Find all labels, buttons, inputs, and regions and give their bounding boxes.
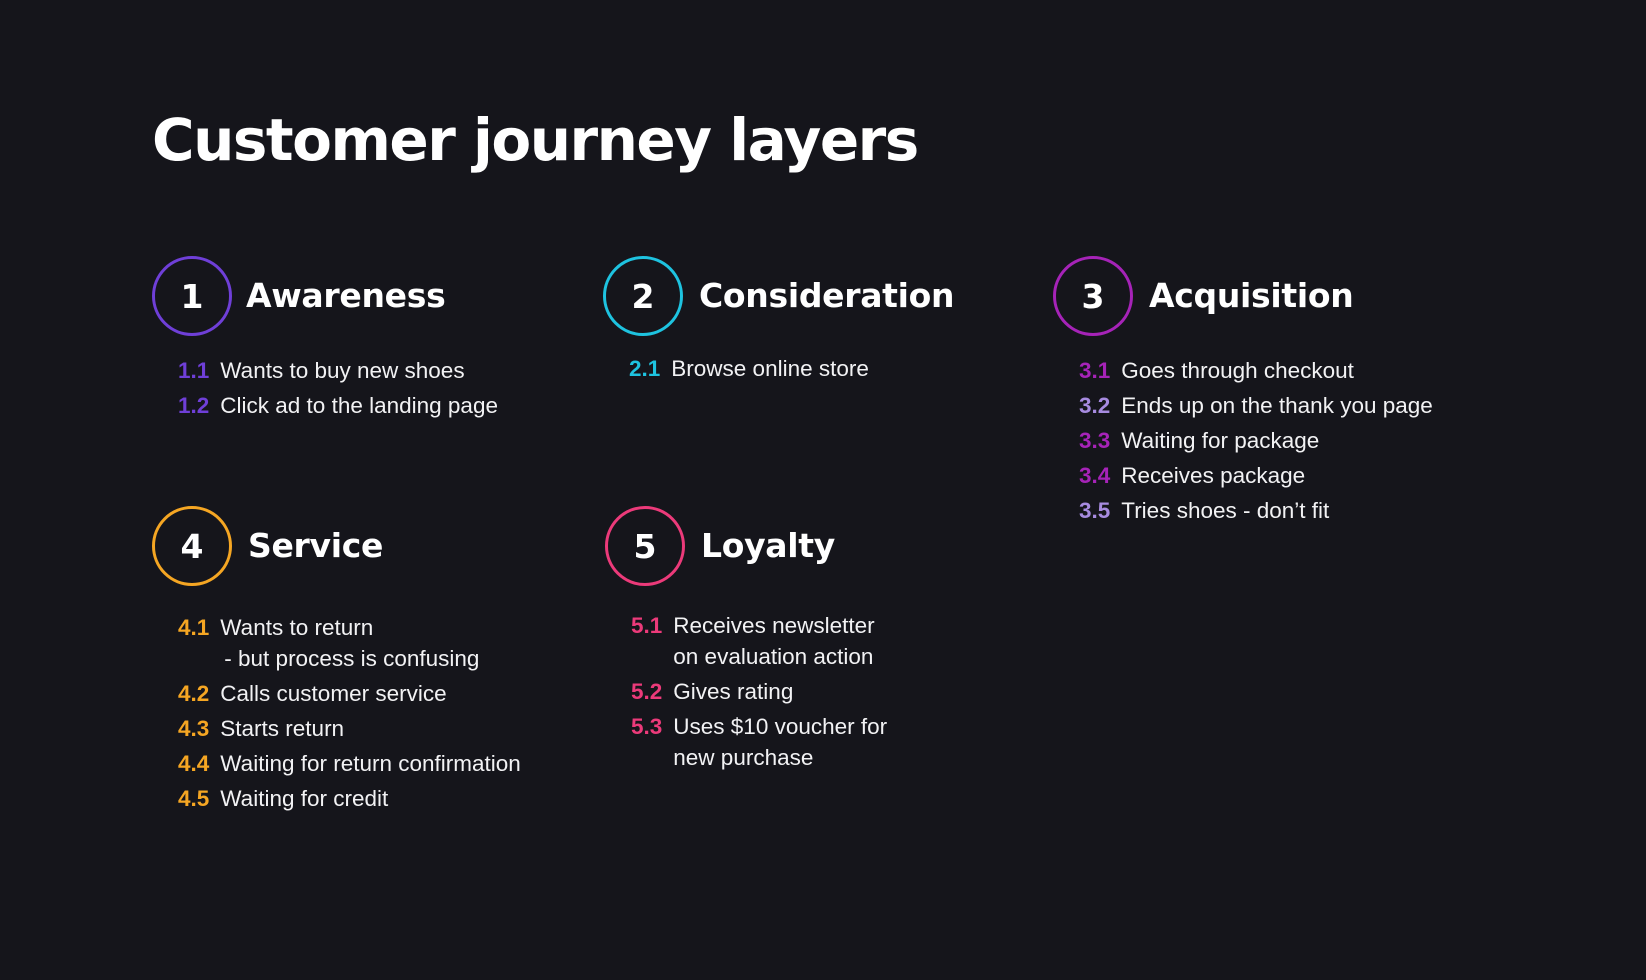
- step-number: 3.4: [1079, 463, 1111, 488]
- step-item: 1.1 Wants to buy new shoes: [178, 355, 498, 386]
- step-item: 3.2 Ends up on the thank you page: [1079, 390, 1433, 421]
- stage-title: Service: [248, 526, 384, 565]
- step-item: 3.3 Waiting for package: [1079, 425, 1433, 456]
- step-item: 1.2 Click ad to the landing page: [178, 390, 498, 421]
- step-text-line: Waiting for package: [1121, 428, 1320, 453]
- step-text: Click ad to the landing page: [220, 390, 498, 421]
- step-text: Waiting for credit: [220, 783, 388, 814]
- step-list: 4.1 Wants to return - but process is confu…: [178, 612, 521, 818]
- step-text-continuation: new purchase: [673, 745, 814, 770]
- step-text: Uses $10 voucher for new purchase: [673, 711, 887, 773]
- stage-number-circle: 4: [152, 506, 232, 586]
- stage-number: 2: [631, 276, 655, 316]
- stage-number: 5: [633, 526, 657, 566]
- step-number: 4.3: [178, 716, 210, 741]
- step-number: 5.3: [631, 714, 663, 739]
- stage-number-circle: 2: [603, 256, 683, 336]
- step-item: 5.3 Uses $10 voucher for new purchase: [631, 711, 887, 773]
- step-text: Goes through checkout: [1121, 355, 1354, 386]
- stage-number: 3: [1081, 276, 1105, 316]
- step-text-line: Ends up on the thank you page: [1121, 393, 1433, 418]
- step-number: 4.2: [178, 681, 210, 706]
- step-text: Wants to return - but process is confusin…: [220, 612, 479, 674]
- stage-number: 4: [180, 526, 204, 566]
- stage-title: Acquisition: [1149, 276, 1354, 315]
- step-number: 4.5: [178, 786, 210, 811]
- step-item: 3.1 Goes through checkout: [1079, 355, 1433, 386]
- step-number: 4.4: [178, 751, 210, 776]
- step-text: Wants to buy new shoes: [220, 355, 464, 386]
- step-item: 5.2 Gives rating: [631, 676, 887, 707]
- step-item: 4.1 Wants to return - but process is confu…: [178, 612, 521, 674]
- step-text: Browse online store: [671, 353, 869, 384]
- step-text-line: Uses $10 voucher for: [673, 714, 888, 739]
- step-text-continuation: on evaluation action: [673, 644, 874, 669]
- step-text-line: Browse online store: [671, 356, 869, 381]
- step-list: 5.1 Receives newsletter on evaluation acti…: [631, 610, 887, 777]
- stage-title: Loyalty: [701, 526, 835, 565]
- step-number: 1.1: [178, 358, 210, 383]
- step-item: 4.2 Calls customer service: [178, 678, 521, 709]
- step-text-line: Gives rating: [673, 679, 794, 704]
- step-text: Starts return: [220, 713, 344, 744]
- step-number: 3.5: [1079, 498, 1111, 523]
- stage-title: Consideration: [699, 276, 955, 315]
- step-text-line: Wants to return: [220, 615, 374, 640]
- step-text-line: Receives newsletter: [673, 613, 875, 638]
- step-text-line: Goes through checkout: [1121, 358, 1354, 383]
- step-text-line: Starts return: [220, 716, 345, 741]
- step-text: Waiting for return confirmation: [220, 748, 521, 779]
- step-text-line: Waiting for credit: [220, 786, 389, 811]
- step-text-line: Click ad to the landing page: [220, 393, 498, 418]
- step-item: 3.4 Receives package: [1079, 460, 1433, 491]
- step-text: Calls customer service: [220, 678, 446, 709]
- step-list: 3.1 Goes through checkout 3.2 Ends up on th…: [1079, 355, 1433, 530]
- stage-title: Awareness: [246, 276, 446, 315]
- step-text: Gives rating: [673, 676, 793, 707]
- journey-diagram: Customer journey layers 1 Awareness 1.1 W…: [0, 0, 1646, 980]
- step-list: 1.1 Wants to buy new shoes 1.2 Click ad to …: [178, 355, 498, 425]
- step-item: 4.3 Starts return: [178, 713, 521, 744]
- step-item: 4.4 Waiting for return confirmation: [178, 748, 521, 779]
- stage-number-circle: 1: [152, 256, 232, 336]
- step-number: 5.2: [631, 679, 663, 704]
- step-text-line: Tries shoes - don’t fit: [1121, 498, 1330, 523]
- stage-number: 1: [180, 276, 204, 316]
- step-text-continuation: - but process is confusing: [224, 646, 480, 671]
- step-number: 2.1: [629, 356, 661, 381]
- step-text: Receives package: [1121, 460, 1305, 491]
- step-item: 2.1 Browse online store: [629, 353, 869, 384]
- step-number: 4.1: [178, 615, 210, 640]
- stage-number-circle: 3: [1053, 256, 1133, 336]
- step-text: Tries shoes - don’t fit: [1121, 495, 1329, 526]
- step-number: 3.2: [1079, 393, 1111, 418]
- step-text: Ends up on the thank you page: [1121, 390, 1433, 421]
- stage-number-circle: 5: [605, 506, 685, 586]
- step-text: Waiting for package: [1121, 425, 1319, 456]
- step-number: 5.1: [631, 613, 663, 638]
- step-text-line: Waiting for return confirmation: [220, 751, 521, 776]
- step-text-line: Wants to buy new shoes: [220, 358, 465, 383]
- step-list: 2.1 Browse online store: [629, 353, 869, 388]
- step-number: 3.1: [1079, 358, 1111, 383]
- step-item: 3.5 Tries shoes - don’t fit: [1079, 495, 1433, 526]
- step-number: 1.2: [178, 393, 210, 418]
- step-item: 5.1 Receives newsletter on evaluation acti…: [631, 610, 887, 672]
- step-text: Receives newsletter on evaluation action: [673, 610, 874, 672]
- step-item: 4.5 Waiting for credit: [178, 783, 521, 814]
- step-text-line: Receives package: [1121, 463, 1306, 488]
- step-text-line: Calls customer service: [220, 681, 447, 706]
- page-title: Customer journey layers: [152, 106, 919, 174]
- step-number: 3.3: [1079, 428, 1111, 453]
